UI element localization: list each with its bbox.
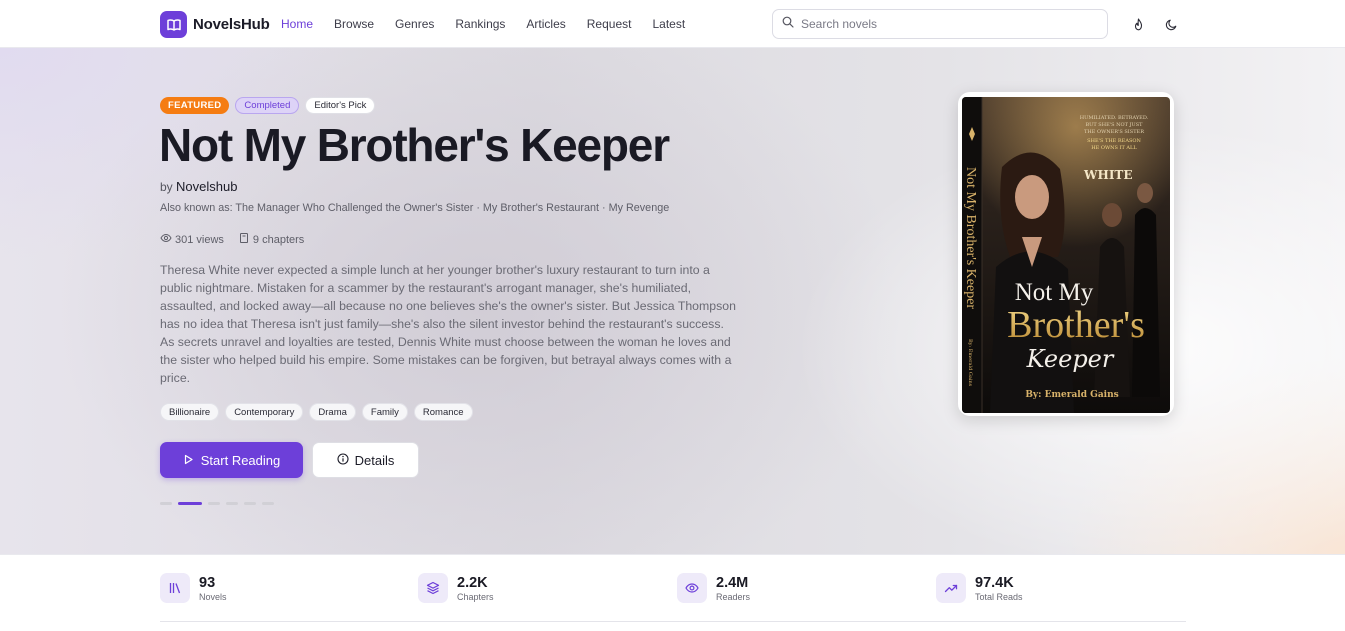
- stat-value: 97.4K: [975, 574, 1014, 591]
- svg-text:Keeper: Keeper: [1026, 345, 1115, 373]
- eye-icon: [160, 232, 175, 247]
- tag-contemporary[interactable]: Contemporary: [225, 403, 304, 421]
- stat-value: 93: [199, 574, 216, 591]
- featured-badge: FEATURED: [160, 97, 230, 114]
- svg-text:BUT SHE'S NOT JUST: BUT SHE'S NOT JUST: [1085, 122, 1143, 128]
- search-box[interactable]: [772, 9, 1108, 39]
- stat-label: Chapters: [457, 591, 494, 602]
- completed-badge: Completed: [235, 97, 300, 114]
- genre-tags: Billionaire Contemporary Drama Family Ro…: [160, 403, 479, 421]
- info-icon: [337, 452, 355, 468]
- chapters-count: 9 chapters: [252, 233, 305, 246]
- details-label: Details: [354, 452, 395, 468]
- views-count: 301 views: [175, 233, 224, 246]
- nav-item-rankings[interactable]: Rankings: [455, 17, 505, 31]
- nav-item-latest[interactable]: Latest: [652, 17, 685, 31]
- slide-dot-active[interactable]: [178, 502, 202, 505]
- brand-logo[interactable]: NovelsHub: [160, 11, 270, 38]
- views-stat: 301 views: [160, 232, 224, 247]
- nav-item-home[interactable]: Home: [281, 17, 313, 31]
- novel-title[interactable]: Not My Brother's Keeper: [159, 118, 670, 172]
- stat-novels: 93 Novels: [160, 573, 227, 603]
- library-icon: [160, 573, 190, 603]
- svg-text:Not My: Not My: [1015, 279, 1094, 306]
- author-link[interactable]: Novelshub: [176, 179, 237, 194]
- stat-label: Total Reads: [975, 591, 1023, 602]
- eye-icon: [677, 573, 707, 603]
- by-prefix: by: [160, 180, 173, 194]
- book-open-icon: [160, 11, 187, 38]
- tag-family[interactable]: Family: [361, 403, 408, 421]
- slide-dot[interactable]: [160, 502, 172, 505]
- svg-text:By: Emerald Gains: By: Emerald Gains: [1025, 390, 1118, 400]
- svg-text:HUMILIATED. BETRAYED.: HUMILIATED. BETRAYED.: [1080, 115, 1149, 121]
- svg-text:THE OWNER'S SISTER: THE OWNER'S SISTER: [1084, 129, 1144, 135]
- svg-text:Brother's: Brother's: [1007, 304, 1145, 346]
- details-button[interactable]: Details: [312, 442, 419, 478]
- flame-icon[interactable]: [1130, 16, 1146, 32]
- stat-total-reads: 97.4K Total Reads: [936, 573, 1023, 603]
- stat-label: Readers: [716, 591, 751, 602]
- search-icon: [782, 15, 794, 33]
- alternate-titles: Also known as: The Manager Who Challenge…: [160, 202, 670, 214]
- start-reading-button[interactable]: Start Reading: [160, 442, 303, 478]
- start-reading-label: Start Reading: [200, 452, 281, 468]
- svg-text:SHE'S THE REASON: SHE'S THE REASON: [1087, 138, 1141, 144]
- brand-name: NovelsHub: [193, 16, 270, 33]
- slide-dot[interactable]: [262, 502, 274, 505]
- svg-text:By: Emerald Gains: By: Emerald Gains: [967, 339, 973, 387]
- tag-billionaire[interactable]: Billionaire: [160, 403, 220, 421]
- stat-label: Novels: [199, 591, 227, 602]
- book-icon: [238, 232, 253, 247]
- stat-readers: 2.4M Readers: [677, 573, 750, 603]
- slide-dot[interactable]: [226, 502, 238, 505]
- nav-item-browse[interactable]: Browse: [334, 17, 374, 31]
- stat-value: 2.2K: [457, 574, 488, 591]
- layers-icon: [418, 573, 448, 603]
- editors-pick-badge: Editor's Pick: [305, 97, 376, 114]
- play-icon: [183, 453, 201, 468]
- site-stats: 93 Novels 2.2K Chapters 2.4M Readers 97.…: [0, 554, 1345, 631]
- search-input[interactable]: [801, 17, 1081, 31]
- book-cover[interactable]: HUMILIATED. BETRAYED. BUT SHE'S NOT JUST…: [962, 97, 1170, 413]
- chapters-stat: 9 chapters: [238, 232, 304, 247]
- nav-item-genres[interactable]: Genres: [395, 17, 434, 31]
- novel-meta: 301 views 9 chapters: [160, 232, 318, 247]
- novel-description: Theresa White never expected a simple lu…: [160, 263, 736, 385]
- nav-item-request[interactable]: Request: [587, 17, 632, 31]
- nav-item-articles[interactable]: Articles: [526, 17, 565, 31]
- stat-value: 2.4M: [716, 574, 749, 591]
- tag-romance[interactable]: Romance: [413, 403, 473, 421]
- svg-text:WHITE: WHITE: [1083, 168, 1133, 182]
- slide-dot[interactable]: [208, 502, 220, 505]
- section-divider: [160, 621, 1186, 622]
- main-nav: Home Browse Genres Rankings Articles Req…: [281, 17, 706, 31]
- trending-up-icon: [936, 573, 966, 603]
- svg-text:HE OWNS IT ALL: HE OWNS IT ALL: [1091, 145, 1137, 151]
- slide-dot[interactable]: [244, 502, 256, 505]
- moon-icon[interactable]: [1163, 16, 1179, 32]
- stat-chapters: 2.2K Chapters: [418, 573, 494, 603]
- byline: by Novelshub: [160, 179, 237, 194]
- badge-row: FEATURED Completed Editor's Pick: [160, 97, 381, 114]
- slide-indicators: [160, 502, 280, 505]
- tag-drama[interactable]: Drama: [309, 403, 356, 421]
- top-header: NovelsHub Home Browse Genres Rankings Ar…: [0, 0, 1345, 48]
- svg-text:Not My Brother's Keeper: Not My Brother's Keeper: [963, 167, 978, 309]
